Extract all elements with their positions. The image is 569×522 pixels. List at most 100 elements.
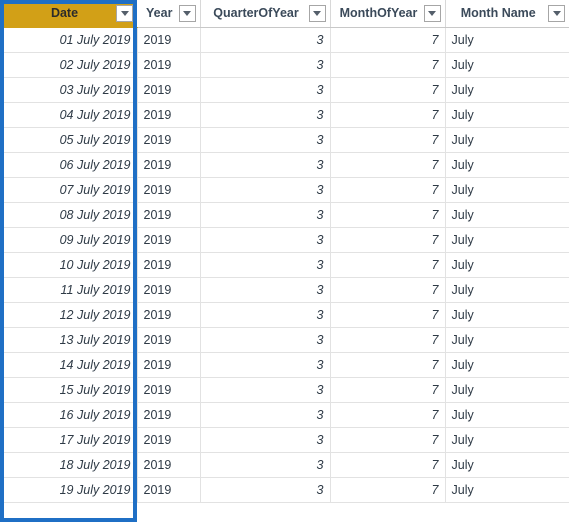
cell-date[interactable]: 15 July 2019	[0, 377, 138, 403]
cell-date[interactable]: 08 July 2019	[0, 202, 138, 228]
cell-monthofyear[interactable]: 7	[330, 252, 446, 278]
cell-monthname[interactable]: July	[445, 377, 569, 403]
cell-year[interactable]: 2019	[137, 302, 201, 328]
cell-quarterofyear[interactable]: 3	[200, 52, 331, 78]
cell-monthofyear[interactable]: 7	[330, 327, 446, 353]
cell-year[interactable]: 2019	[137, 177, 201, 203]
cell-monthofyear[interactable]: 7	[330, 152, 446, 178]
cell-monthname[interactable]: July	[445, 352, 569, 378]
cell-monthname[interactable]: July	[445, 227, 569, 253]
table-row[interactable]: 12 July 2019 2019 3 7 July	[0, 302, 569, 328]
cell-quarterofyear[interactable]: 3	[200, 152, 331, 178]
cell-year[interactable]: 2019	[137, 477, 201, 503]
cell-quarterofyear[interactable]: 3	[200, 202, 331, 228]
column-header-monthofyear[interactable]: MonthOfYear	[330, 0, 446, 28]
cell-quarterofyear[interactable]: 3	[200, 102, 331, 128]
table-row[interactable]: 03 July 2019 2019 3 7 July	[0, 77, 569, 103]
cell-monthname[interactable]: July	[445, 127, 569, 153]
cell-date[interactable]: 07 July 2019	[0, 177, 138, 203]
cell-monthname[interactable]: July	[445, 177, 569, 203]
column-filter-button-date[interactable]	[116, 5, 133, 22]
table-row[interactable]: 05 July 2019 2019 3 7 July	[0, 127, 569, 153]
table-row[interactable]: 17 July 2019 2019 3 7 July	[0, 427, 569, 453]
cell-date[interactable]: 17 July 2019	[0, 427, 138, 453]
table-row[interactable]: 06 July 2019 2019 3 7 July	[0, 152, 569, 178]
cell-quarterofyear[interactable]: 3	[200, 452, 331, 478]
cell-date[interactable]: 05 July 2019	[0, 127, 138, 153]
cell-monthofyear[interactable]: 7	[330, 177, 446, 203]
cell-year[interactable]: 2019	[137, 277, 201, 303]
cell-quarterofyear[interactable]: 3	[200, 77, 331, 103]
cell-date[interactable]: 19 July 2019	[0, 477, 138, 503]
table-row[interactable]: 19 July 2019 2019 3 7 July	[0, 477, 569, 503]
table-row[interactable]: 16 July 2019 2019 3 7 July	[0, 402, 569, 428]
cell-date[interactable]: 03 July 2019	[0, 77, 138, 103]
cell-monthofyear[interactable]: 7	[330, 27, 446, 53]
cell-quarterofyear[interactable]: 3	[200, 477, 331, 503]
cell-monthname[interactable]: July	[445, 302, 569, 328]
cell-monthofyear[interactable]: 7	[330, 277, 446, 303]
cell-year[interactable]: 2019	[137, 127, 201, 153]
cell-date[interactable]: 01 July 2019	[0, 27, 138, 53]
cell-quarterofyear[interactable]: 3	[200, 177, 331, 203]
cell-date[interactable]: 09 July 2019	[0, 227, 138, 253]
cell-monthname[interactable]: July	[445, 277, 569, 303]
table-row[interactable]: 13 July 2019 2019 3 7 July	[0, 327, 569, 353]
table-row[interactable]: 04 July 2019 2019 3 7 July	[0, 102, 569, 128]
cell-year[interactable]: 2019	[137, 377, 201, 403]
column-filter-button-year[interactable]	[178, 5, 196, 22]
cell-date[interactable]: 04 July 2019	[0, 102, 138, 128]
cell-date[interactable]: 18 July 2019	[0, 452, 138, 478]
table-row[interactable]: 14 July 2019 2019 3 7 July	[0, 352, 569, 378]
cell-monthname[interactable]: July	[445, 202, 569, 228]
cell-year[interactable]: 2019	[137, 52, 201, 78]
cell-monthofyear[interactable]: 7	[330, 477, 446, 503]
cell-monthofyear[interactable]: 7	[330, 102, 446, 128]
cell-quarterofyear[interactable]: 3	[200, 27, 331, 53]
cell-quarterofyear[interactable]: 3	[200, 302, 331, 328]
cell-date[interactable]: 02 July 2019	[0, 52, 138, 78]
cell-quarterofyear[interactable]: 3	[200, 227, 331, 253]
cell-date[interactable]: 06 July 2019	[0, 152, 138, 178]
cell-quarterofyear[interactable]: 3	[200, 352, 331, 378]
cell-monthofyear[interactable]: 7	[330, 202, 446, 228]
cell-year[interactable]: 2019	[137, 327, 201, 353]
table-row[interactable]: 15 July 2019 2019 3 7 July	[0, 377, 569, 403]
table-row[interactable]: 02 July 2019 2019 3 7 July	[0, 52, 569, 78]
cell-date[interactable]: 11 July 2019	[0, 277, 138, 303]
cell-quarterofyear[interactable]: 3	[200, 252, 331, 278]
cell-date[interactable]: 16 July 2019	[0, 402, 138, 428]
column-header-monthname[interactable]: Month Name	[445, 0, 569, 28]
cell-monthofyear[interactable]: 7	[330, 377, 446, 403]
cell-monthofyear[interactable]: 7	[330, 427, 446, 453]
cell-monthname[interactable]: July	[445, 402, 569, 428]
table-row[interactable]: 18 July 2019 2019 3 7 July	[0, 452, 569, 478]
column-filter-button-monthofyear[interactable]	[423, 5, 441, 22]
cell-monthofyear[interactable]: 7	[330, 352, 446, 378]
cell-quarterofyear[interactable]: 3	[200, 427, 331, 453]
column-header-quarterofyear[interactable]: QuarterOfYear	[200, 0, 331, 28]
cell-quarterofyear[interactable]: 3	[200, 377, 331, 403]
column-header-year[interactable]: Year	[137, 0, 201, 28]
table-row[interactable]: 07 July 2019 2019 3 7 July	[0, 177, 569, 203]
table-row[interactable]: 01 July 2019 2019 3 7 July	[0, 27, 569, 53]
cell-monthname[interactable]: July	[445, 252, 569, 278]
cell-year[interactable]: 2019	[137, 252, 201, 278]
cell-year[interactable]: 2019	[137, 227, 201, 253]
cell-quarterofyear[interactable]: 3	[200, 327, 331, 353]
column-filter-button-monthname[interactable]	[548, 5, 565, 22]
cell-monthofyear[interactable]: 7	[330, 402, 446, 428]
cell-year[interactable]: 2019	[137, 427, 201, 453]
cell-monthname[interactable]: July	[445, 477, 569, 503]
cell-date[interactable]: 12 July 2019	[0, 302, 138, 328]
cell-monthofyear[interactable]: 7	[330, 127, 446, 153]
cell-date[interactable]: 13 July 2019	[0, 327, 138, 353]
cell-year[interactable]: 2019	[137, 202, 201, 228]
cell-monthofyear[interactable]: 7	[330, 77, 446, 103]
cell-monthofyear[interactable]: 7	[330, 452, 446, 478]
cell-quarterofyear[interactable]: 3	[200, 127, 331, 153]
cell-year[interactable]: 2019	[137, 402, 201, 428]
cell-monthname[interactable]: July	[445, 52, 569, 78]
cell-monthname[interactable]: July	[445, 327, 569, 353]
cell-year[interactable]: 2019	[137, 27, 201, 53]
